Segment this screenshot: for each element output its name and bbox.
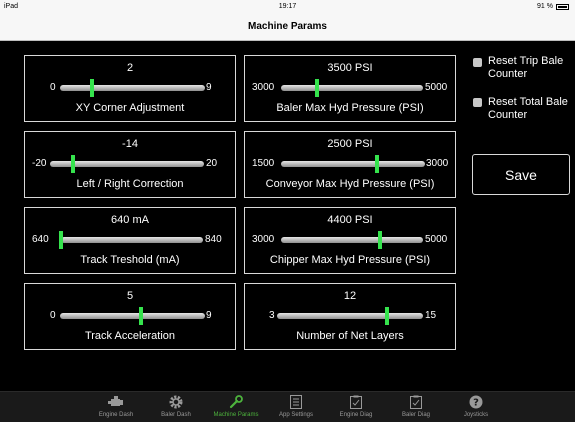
reset-trip-label[interactable]: Reset Trip Bale Counter <box>488 55 572 81</box>
battery-icon <box>556 3 569 10</box>
slider-max-label: 20 <box>206 158 218 169</box>
slider-max-label: 5000 <box>425 234 448 245</box>
svg-text:?: ? <box>473 398 479 409</box>
battery-percent: 91 % <box>537 3 553 10</box>
tab-bar: Engine Dash Baler Dash Machine Params Ap… <box>0 391 575 422</box>
slider-max-label: 15 <box>425 310 437 321</box>
clock: 19:17 <box>278 3 297 10</box>
tab-label: Baler Dash <box>161 412 191 418</box>
slider-max-label: 9 <box>206 82 212 93</box>
tab-label: Machine Params <box>213 412 259 418</box>
clipboard-icon <box>326 395 386 409</box>
param-label: Track Acceleration <box>84 330 176 342</box>
slider-min-label: 640 <box>32 234 49 245</box>
tab-baler-dash[interactable]: Baler Dash <box>146 392 206 422</box>
slider-thumb[interactable] <box>59 231 63 249</box>
param-value: 12 <box>343 290 357 302</box>
reset-total-checkbox[interactable] <box>473 98 482 107</box>
param-track-threshold: 640 mA 640 840 Track Treshold (mA) <box>24 207 236 274</box>
param-value: 4400 PSI <box>327 214 373 226</box>
param-label: Conveyor Max Hyd Pressure (PSI) <box>265 178 435 190</box>
conveyor-pressure-slider[interactable] <box>281 155 425 173</box>
slider-thumb[interactable] <box>314 79 319 97</box>
param-value: 2500 PSI <box>327 138 373 150</box>
reset-total-label[interactable]: Reset Total Bale Counter <box>488 96 572 122</box>
slider-min-label: -20 <box>32 158 47 169</box>
tab-label: Engine Dash <box>98 412 134 418</box>
tab-baler-diag[interactable]: Baler Diag <box>386 392 446 422</box>
param-value: -14 <box>122 138 138 150</box>
wrench-icon <box>206 395 266 409</box>
slider-min-label: 3000 <box>252 234 275 245</box>
slider-max-label: 5000 <box>425 82 448 93</box>
xy-corner-slider[interactable] <box>60 79 205 97</box>
param-net-layers: 12 3 15 Number of Net Layers <box>244 283 456 350</box>
tab-joysticks[interactable]: ? Joysticks <box>446 392 506 422</box>
param-value: 640 mA <box>111 214 149 226</box>
param-value: 2 <box>126 62 134 74</box>
slider-thumb[interactable] <box>71 155 76 173</box>
tab-label: Engine Diag <box>339 412 373 418</box>
battery-status: 91 % <box>537 3 569 10</box>
nav-bar: Machine Params <box>0 14 575 41</box>
slider-min-label: 3 <box>269 310 275 321</box>
param-track-acceleration: 5 0 9 Track Acceleration <box>24 283 236 350</box>
param-label: Track Treshold (mA) <box>80 254 180 266</box>
left-right-slider[interactable] <box>50 155 204 173</box>
slider-min-label: 0 <box>50 310 56 321</box>
param-conveyor-max-pressure: 2500 PSI 1500 3000 Conveyor Max Hyd Pres… <box>244 131 456 198</box>
tab-app-settings[interactable]: App Settings <box>266 392 326 422</box>
param-chipper-max-pressure: 4400 PSI 3000 5000 Chipper Max Hyd Press… <box>244 207 456 274</box>
slider-min-label: 0 <box>50 82 56 93</box>
engine-icon <box>86 395 146 409</box>
tab-engine-dash[interactable]: Engine Dash <box>86 392 146 422</box>
slider-max-label: 9 <box>206 310 212 321</box>
chipper-pressure-slider[interactable] <box>281 231 423 249</box>
param-label: Left / Right Correction <box>76 178 184 190</box>
help-icon: ? <box>446 395 506 409</box>
tab-label: Joysticks <box>463 412 489 418</box>
param-left-right-correction: -14 -20 20 Left / Right Correction <box>24 131 236 198</box>
slider-thumb[interactable] <box>139 307 144 325</box>
net-layers-slider[interactable] <box>277 307 423 325</box>
slider-thumb[interactable] <box>378 231 383 249</box>
param-baler-max-pressure: 3500 PSI 3000 5000 Baler Max Hyd Pressur… <box>244 55 456 122</box>
slider-thumb[interactable] <box>375 155 380 173</box>
status-bar: iPad 19:17 91 % <box>0 0 575 14</box>
track-acceleration-slider[interactable] <box>60 307 205 325</box>
tab-label: App Settings <box>278 412 314 418</box>
slider-thumb[interactable] <box>89 79 94 97</box>
slider-thumb[interactable] <box>384 307 389 325</box>
tab-engine-diag[interactable]: Engine Diag <box>326 392 386 422</box>
param-label: XY Corner Adjustment <box>75 102 185 114</box>
param-label: Chipper Max Hyd Pressure (PSI) <box>269 254 431 266</box>
param-label: Baler Max Hyd Pressure (PSI) <box>276 102 424 114</box>
param-value: 5 <box>126 290 134 302</box>
slider-max-label: 840 <box>205 234 222 245</box>
slider-max-label: 3000 <box>426 158 449 169</box>
list-icon <box>266 395 326 409</box>
save-button[interactable]: Save <box>472 154 570 195</box>
page-title: Machine Params <box>248 21 327 32</box>
param-xy-corner: 2 0 9 XY Corner Adjustment <box>24 55 236 122</box>
slider-min-label: 1500 <box>252 158 275 169</box>
baler-pressure-slider[interactable] <box>281 79 423 97</box>
param-label: Number of Net Layers <box>296 330 404 342</box>
clipboard-icon <box>386 395 446 409</box>
param-value: 3500 PSI <box>327 62 373 74</box>
tab-label: Baler Diag <box>401 412 430 418</box>
slider-min-label: 3000 <box>252 82 275 93</box>
track-threshold-slider[interactable] <box>59 231 203 249</box>
gear-icon <box>146 395 206 409</box>
tab-machine-params[interactable]: Machine Params <box>206 392 266 422</box>
reset-trip-checkbox[interactable] <box>473 58 482 67</box>
